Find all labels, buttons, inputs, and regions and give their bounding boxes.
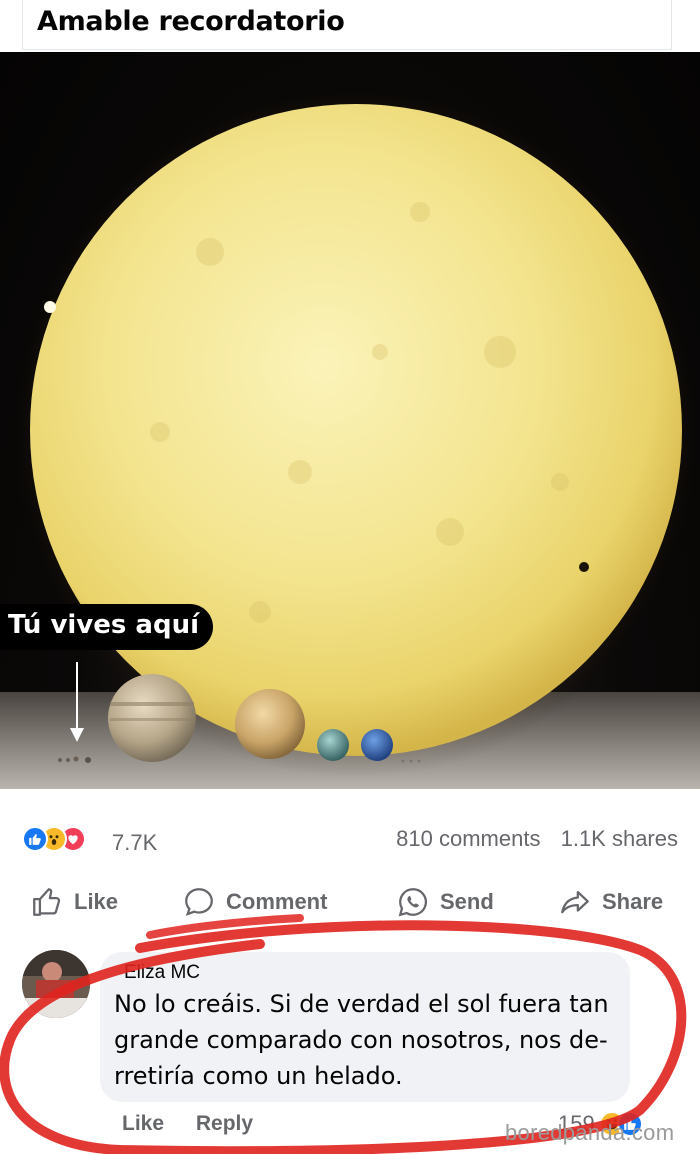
thumbs-up-icon xyxy=(33,888,61,916)
share-button[interactable]: Share xyxy=(558,884,663,920)
post-photo[interactable]: Tú vives aquí xyxy=(0,52,700,789)
image-caption: Tú vives aquí xyxy=(0,604,213,650)
whatsapp-icon xyxy=(398,888,428,917)
share-button-label: Share xyxy=(602,889,664,914)
comment-text: No lo creáis. Si de verdad el sol fuera … xyxy=(114,990,609,1090)
comments-count[interactable]: 810 comments xyxy=(396,826,540,851)
comment-button[interactable]: Comment xyxy=(182,884,327,920)
comment-like-button[interactable]: Like xyxy=(122,1112,164,1135)
comment-bubble: Eliza MC No lo creáis. Si de verdad el s… xyxy=(100,952,630,1102)
post-actions: Like Comment Send Share xyxy=(0,878,700,926)
post-header: Amable recordatorio xyxy=(22,0,672,50)
shares-count[interactable]: 1.1K shares xyxy=(561,826,678,851)
comment-bubble-icon xyxy=(185,888,213,916)
comment: Eliza MC No lo creáis. Si de verdad el s… xyxy=(0,940,700,1137)
like-button-label: Like xyxy=(74,889,119,914)
share-arrow-icon xyxy=(561,890,589,914)
send-button[interactable]: Send xyxy=(396,884,494,920)
commenter-avatar[interactable] xyxy=(22,950,90,1018)
post-title: Amable recordatorio xyxy=(37,6,345,37)
post-stats: 7.7K 810 comments 1.1K shares xyxy=(0,820,700,860)
comment-author[interactable]: Eliza MC xyxy=(124,962,616,984)
comment-button-label: Comment xyxy=(226,889,328,914)
like-reaction-icon xyxy=(22,826,48,852)
comment-actions: Like Reply xyxy=(122,1112,253,1136)
send-button-label: Send xyxy=(440,889,494,914)
engagement-counts: 810 comments 1.1K shares xyxy=(396,826,678,852)
reaction-count: 7.7K xyxy=(112,830,158,855)
sun-planets-illustration xyxy=(0,82,700,789)
like-button[interactable]: Like xyxy=(30,884,118,920)
watermark: boredpanda.com xyxy=(505,1120,675,1145)
comment-reply-button[interactable]: Reply xyxy=(196,1112,253,1135)
